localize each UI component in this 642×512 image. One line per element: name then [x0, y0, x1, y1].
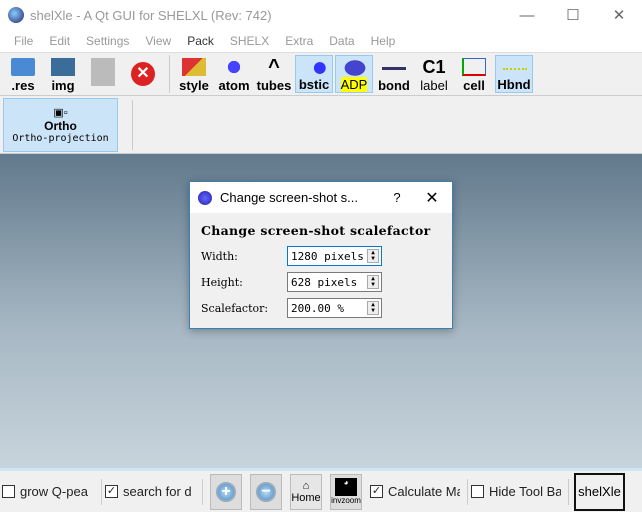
stop-button[interactable]: ✕ [124, 55, 162, 93]
toolbar-separator [132, 99, 133, 150]
menu-bar: File Edit Settings View Pack SHELX Extra… [0, 30, 642, 52]
floppy-image-icon [51, 58, 75, 76]
grow-q-peaks-checkbox[interactable]: grow Q-pea [2, 484, 94, 499]
ortho-icon: ▣▫ [53, 106, 68, 119]
bstic-button[interactable]: bstic [295, 55, 333, 93]
dialog-close-button[interactable]: ✕ [412, 188, 452, 208]
dialog-heading: Change screen-shot scalefactor [201, 223, 431, 238]
menu-edit[interactable]: Edit [41, 34, 78, 48]
ortho-projection-button[interactable]: ▣▫ Ortho Ortho-projection [3, 97, 118, 152]
style-button[interactable]: style [175, 55, 213, 93]
screenshot-scale-dialog: Change screen-shot s... ? ✕ Change scree… [189, 181, 453, 329]
width-label: Width: [201, 249, 238, 263]
scalefactor-spinbox[interactable]: 200.00 % ▲ ▼ [287, 298, 382, 318]
menu-pack[interactable]: Pack [179, 34, 222, 48]
menu-extra[interactable]: Extra [277, 34, 321, 48]
spin-arrows-icon[interactable]: ▲ ▼ [367, 275, 379, 289]
zoom-out-button[interactable]: − [250, 473, 282, 510]
main-toolbar: .res img ✕ style atom ^ tubes bstic ADP b… [0, 52, 642, 96]
toolbar-separator [169, 55, 170, 93]
wrench-icon [182, 58, 206, 76]
invzoom-button[interactable]: ◕ invzoom [330, 473, 362, 510]
atom-sphere-icon [222, 58, 246, 76]
menu-help[interactable]: Help [363, 34, 404, 48]
menu-file[interactable]: File [6, 34, 41, 48]
hbnd-button[interactable]: Hbnd [495, 55, 533, 93]
bond-button[interactable]: bond [375, 55, 413, 93]
height-label: Height: [201, 275, 243, 289]
menu-view[interactable]: View [137, 34, 179, 48]
tubes-icon: ^ [268, 56, 280, 78]
minimize-button[interactable]: — [504, 0, 550, 30]
separator [202, 478, 203, 505]
height-spinbox[interactable]: 628 pixels ▲ ▼ [287, 272, 382, 292]
app-icon [8, 7, 24, 23]
label-button[interactable]: C1 label [415, 55, 453, 93]
zoom-in-icon: + [216, 481, 236, 502]
label-icon: C1 [422, 57, 446, 77]
atom-button[interactable]: atom [215, 55, 253, 93]
spin-arrows-icon[interactable]: ▲ ▼ [367, 249, 379, 263]
spin-arrows-icon[interactable]: ▲ ▼ [367, 301, 379, 315]
search-checkbox[interactable]: ✓ search for d [105, 484, 195, 499]
home-icon: ⌂ [302, 479, 310, 492]
menu-shelx[interactable]: SHELX [222, 34, 277, 48]
window-title: shelXle - A Qt GUI for SHELXL (Rev: 742) [30, 7, 272, 23]
zoom-out-icon: − [256, 481, 276, 502]
close-button[interactable]: ✕ [596, 0, 642, 30]
save-image-button[interactable]: img [44, 55, 82, 93]
folder-icon [11, 58, 35, 76]
menu-data[interactable]: Data [321, 34, 362, 48]
dialog-app-icon [198, 190, 212, 205]
secondary-toolbar: ▣▫ Ortho Ortho-projection [0, 96, 642, 154]
ball-stick-icon [303, 59, 327, 77]
invzoom-icon: ◕ [335, 478, 357, 496]
separator [101, 478, 102, 505]
stop-icon: ✕ [131, 62, 155, 86]
help-button[interactable]: ? [382, 190, 412, 205]
menu-settings[interactable]: Settings [78, 34, 137, 48]
separator [467, 478, 468, 505]
bottom-toolbar: grow Q-pea ✓ search for d + − ⌂ Home ◕ invz… [0, 468, 642, 512]
shelxle-button[interactable]: shelXle [574, 472, 625, 511]
open-res-button[interactable]: .res [4, 55, 42, 93]
tubes-button[interactable]: ^ tubes [255, 55, 293, 93]
title-bar: shelXle - A Qt GUI for SHELXL (Rev: 742)… [0, 0, 642, 30]
maximize-button[interactable]: ☐ [550, 0, 596, 30]
hide-toolbar-checkbox[interactable]: Hide Tool Ba [471, 484, 561, 499]
cell-button[interactable]: cell [455, 55, 493, 93]
floppy-icon [91, 58, 115, 86]
dialog-title: Change screen-shot s... [220, 190, 359, 205]
width-spinbox[interactable]: 1280 pixels ▲ ▼ [287, 246, 382, 266]
home-button[interactable]: ⌂ Home [290, 473, 322, 510]
ellipsoid-icon [343, 59, 367, 77]
bond-icon [382, 67, 406, 70]
separator [568, 478, 569, 505]
unit-cell-icon [462, 58, 486, 76]
scalefactor-label: Scalefactor: [201, 301, 269, 315]
hbond-icon [503, 68, 527, 70]
save-button[interactable] [84, 55, 122, 93]
zoom-in-button[interactable]: + [210, 473, 242, 510]
calculate-checkbox[interactable]: ✓ Calculate Ma [370, 484, 460, 499]
adp-button[interactable]: ADP [335, 55, 373, 93]
